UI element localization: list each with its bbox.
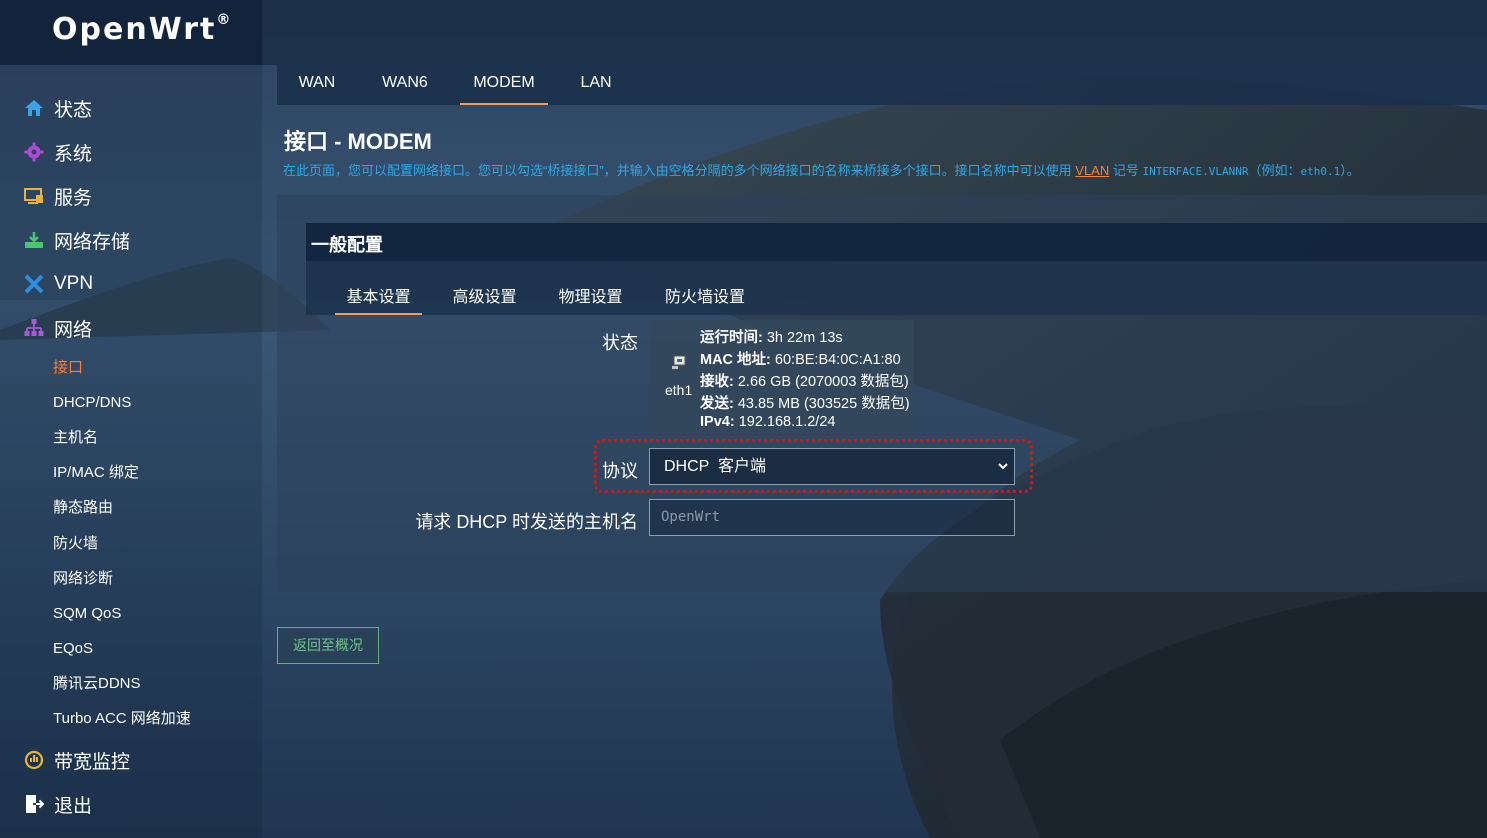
sidebar-subitem-dhcp-dns[interactable]: DHCP/DNS — [53, 392, 131, 414]
sidebar-item-nas[interactable]: 网络存储 — [24, 225, 130, 255]
status-value: 2.66 GB (2070003 数据包) — [733, 374, 909, 390]
status-label: 状态 — [602, 333, 638, 353]
sidebar-subitem-interfaces[interactable]: 接口 — [53, 357, 83, 379]
protocol-select[interactable]: DHCP 客户端 — [649, 448, 1015, 485]
page-title: 接口 - MODEM — [284, 129, 432, 154]
status-value: 43.85 MB (303525 数据包) — [733, 396, 910, 412]
sidebar-item-label: 带宽监控 — [54, 751, 131, 773]
status-value: 192.168.1.2/24 — [734, 414, 836, 430]
sidebar-item-bandwidth[interactable]: 带宽监控 — [24, 745, 130, 775]
sidebar-subitem-ip-mac-binding[interactable]: IP/MAC 绑定 — [53, 462, 139, 484]
tab-wan[interactable]: WAN — [277, 65, 357, 105]
sidebar-subitem-turbo-acc[interactable]: Turbo ACC 网络加速 — [53, 708, 191, 730]
interface-tabs — [277, 65, 1487, 105]
tab-physical-settings[interactable]: 物理设置 — [547, 283, 634, 315]
desc-text: （例如： — [1248, 163, 1301, 178]
status-value: 3h 22m 13s — [762, 330, 843, 346]
hostname-label: 请求 DHCP 时发送的主机名 — [415, 512, 638, 532]
sidebar-item-label: 网络存储 — [54, 231, 131, 253]
status-key: 发送: — [700, 396, 734, 412]
protocol-label: 协议 — [602, 461, 638, 481]
network-icon — [24, 318, 44, 338]
section-title: 一般配置 — [311, 235, 383, 255]
page-description: 在此页面，您可以配置网络接口。您可以勾选“桥接接口”，并输入由空格分隔的多个网络… — [283, 160, 1360, 179]
brand-name: OpenWrt — [52, 12, 217, 47]
status-box: eth1 运行时间: 3h 22m 13s MAC 地址: 60:BE:B4:0… — [649, 320, 914, 437]
desc-code: eth0.1 — [1300, 165, 1341, 178]
status-key: 接收: — [700, 374, 734, 390]
home-icon — [24, 98, 44, 118]
desc-text: 记号 — [1109, 163, 1143, 178]
status-key: MAC 地址: — [700, 352, 771, 368]
sidebar-subitem-sqm-qos[interactable]: SQM QoS — [53, 603, 121, 625]
sidebar-item-status[interactable]: 状态 — [24, 93, 92, 123]
sidebar-item-label: 退出 — [54, 795, 93, 817]
tab-wan6[interactable]: WAN6 — [365, 65, 445, 105]
sidebar-item-label: VPN — [54, 273, 94, 294]
services-icon — [24, 186, 44, 206]
logout-icon — [24, 794, 44, 814]
tab-modem[interactable]: MODEM — [460, 65, 548, 105]
chevron-down-icon — [998, 449, 1008, 498]
sidebar-subitem-diagnostics[interactable]: 网络诊断 — [53, 568, 113, 590]
sidebar-subitem-static-routes[interactable]: 静态路由 — [53, 497, 113, 519]
status-value: 60:BE:B4:0C:A1:80 — [770, 352, 901, 368]
sidebar-item-vpn[interactable]: VPN — [24, 269, 93, 299]
sidebar-item-label: 系统 — [54, 143, 93, 165]
sidebar-item-system[interactable]: 系统 — [24, 137, 92, 167]
sidebar-subitem-tencent-ddns[interactable]: 腾讯云DDNS — [53, 673, 141, 695]
gear-icon — [24, 142, 44, 162]
ethernet-port-icon — [671, 354, 687, 375]
vlan-link[interactable]: VLAN — [1075, 163, 1109, 178]
sidebar-subitem-firewall[interactable]: 防火墙 — [53, 533, 98, 555]
brand-logo[interactable]: OpenWrt® — [52, 12, 232, 47]
sidebar-subitem-eqos[interactable]: EQoS — [53, 638, 93, 660]
sidebar-item-services[interactable]: 服务 — [24, 181, 92, 211]
status-mac: MAC 地址: 60:BE:B4:0C:A1:80 — [700, 348, 901, 369]
status-ipv4: IPv4: 192.168.1.2/24 — [700, 414, 835, 430]
status-key: IPv4: — [700, 414, 735, 430]
status-uptime: 运行时间: 3h 22m 13s — [700, 326, 843, 347]
sidebar-item-logout[interactable]: 退出 — [24, 789, 92, 819]
tab-basic-settings[interactable]: 基本设置 — [335, 283, 422, 315]
protocol-selected-value: DHCP 客户端 — [664, 458, 766, 475]
desc-text: ）。 — [1340, 163, 1360, 178]
desc-text: 在此页面，您可以配置网络接口。您可以勾选“桥接接口”，并输入由空格分隔的多个网络… — [283, 163, 1076, 178]
sidebar-item-label: 状态 — [54, 99, 93, 121]
sidebar-item-label: 服务 — [54, 187, 93, 209]
storage-icon — [24, 230, 44, 250]
sidebar-subitem-hostnames[interactable]: 主机名 — [53, 427, 98, 449]
status-rx: 接收: 2.66 GB (2070003 数据包) — [700, 370, 909, 391]
tab-lan[interactable]: LAN — [560, 65, 632, 105]
back-to-overview-button[interactable]: 返回至概况 — [277, 627, 379, 664]
tab-firewall-settings[interactable]: 防火墙设置 — [653, 283, 757, 315]
status-device-name: eth1 — [665, 382, 693, 398]
tab-advanced-settings[interactable]: 高级设置 — [441, 283, 528, 315]
brand-registered-mark: ® — [216, 12, 233, 28]
sidebar-item-label: 网络 — [54, 319, 93, 341]
brand-area[interactable]: OpenWrt® — [0, 0, 262, 65]
section-header — [306, 223, 1487, 261]
sidebar-item-network[interactable]: 网络 — [24, 313, 92, 343]
desc-code: INTERFACE.VLANNR — [1142, 165, 1249, 178]
status-tx: 发送: 43.85 MB (303525 数据包) — [700, 392, 910, 413]
hostname-input[interactable]: OpenWrt — [649, 499, 1015, 536]
status-key: 运行时间: — [700, 330, 763, 346]
vpn-icon — [24, 274, 44, 294]
bandwidth-icon — [24, 750, 44, 770]
